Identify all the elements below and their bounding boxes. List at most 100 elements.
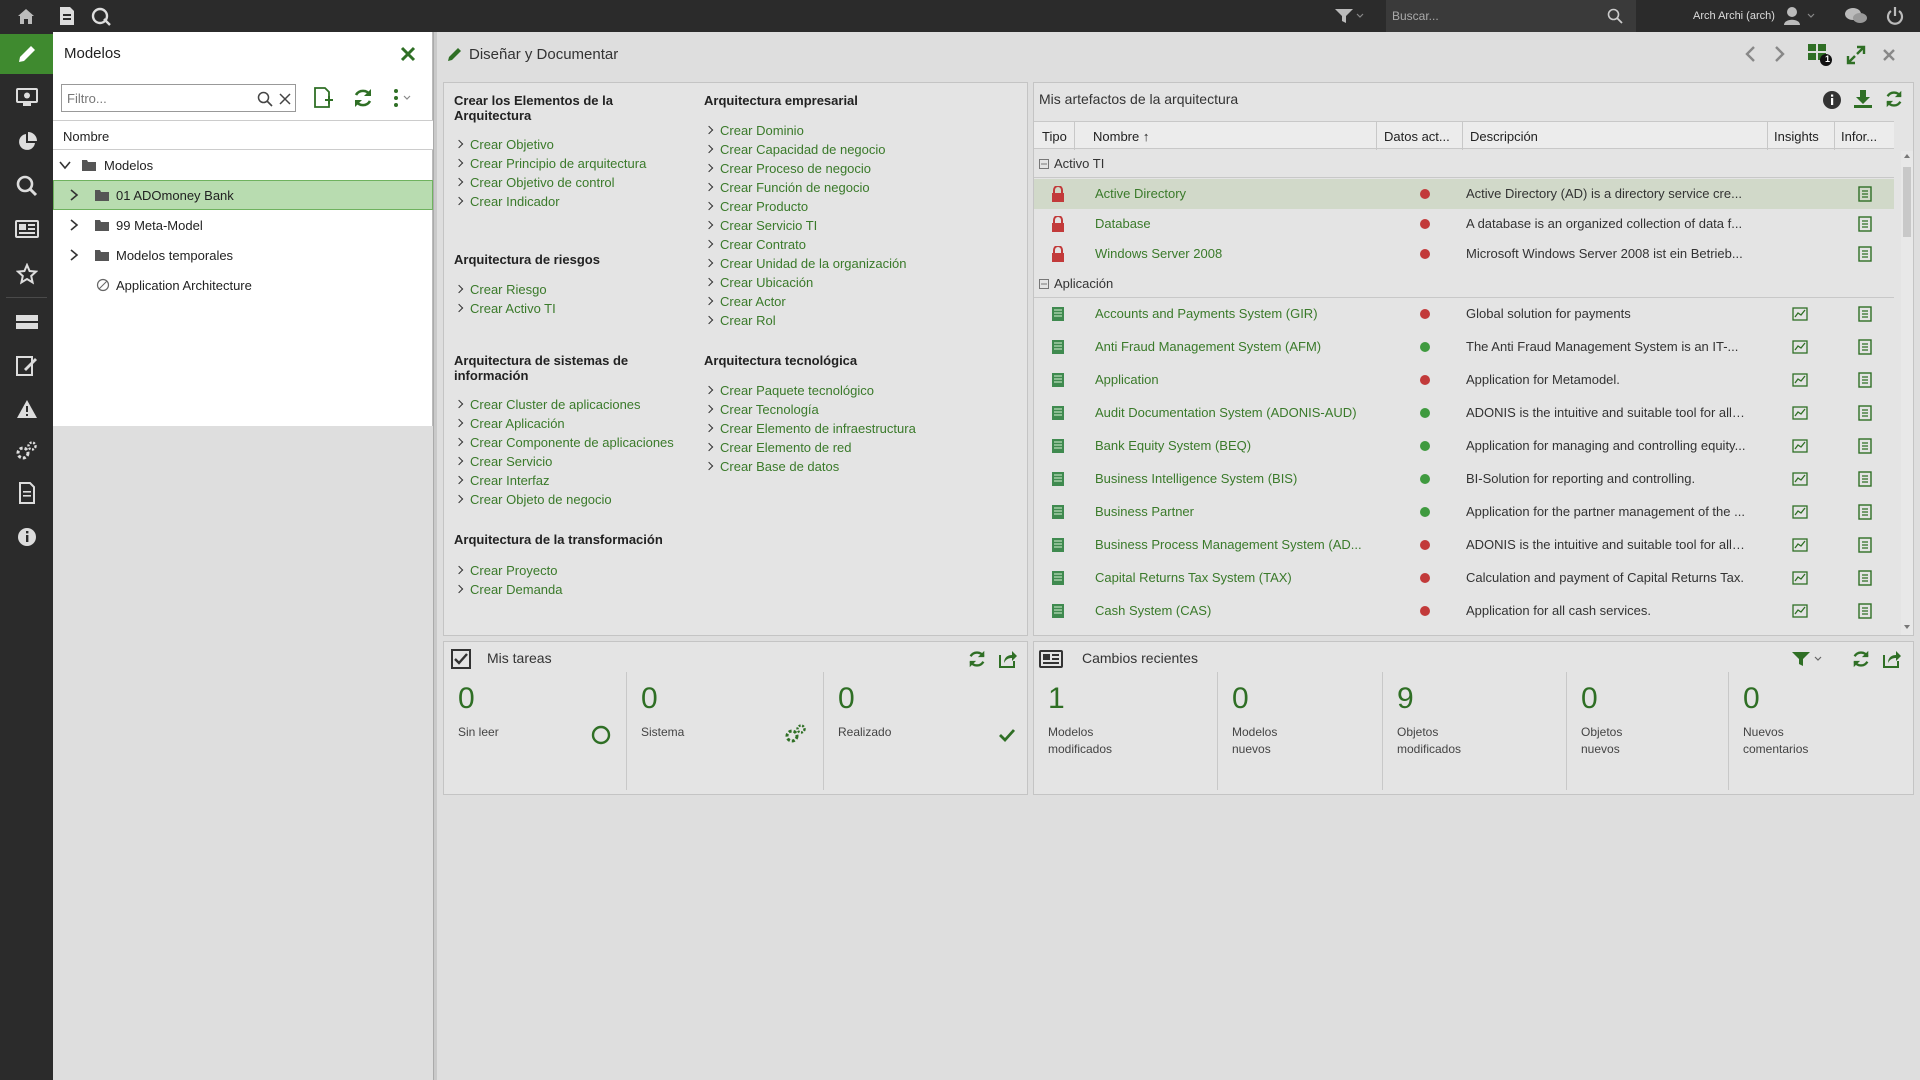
table-row[interactable]: Business Process Management System (AD..… [1034,530,1894,560]
column-info[interactable]: Infor... [1841,129,1877,144]
chat-icon[interactable] [1843,4,1869,28]
home-icon[interactable] [14,4,38,28]
filter-icon[interactable] [1789,649,1829,669]
chevron-right-icon[interactable] [66,217,82,233]
link-crear-interfaz[interactable]: Crear Interfaz [470,473,549,489]
row-name[interactable]: Anti Fraud Management System (AFM) [1095,339,1370,354]
sign-icon[interactable] [0,345,53,385]
table-row[interactable]: Business Partner Application for the part… [1034,497,1894,527]
table-row[interactable]: Active Directory Active Directory (AD) i… [1034,179,1894,209]
collapse-icon[interactable] [1038,158,1049,169]
gears-icon[interactable] [0,431,53,471]
user-name[interactable]: Arch Archi (arch) [1693,10,1775,22]
insights-icon[interactable] [1791,603,1809,619]
tree-column-header[interactable]: Nombre [53,120,433,150]
maximize-icon[interactable] [1845,44,1867,66]
link-crear-contrato[interactable]: Crear Contrato [720,237,806,253]
row-name[interactable]: Bank Equity System (BEQ) [1095,438,1370,453]
link-crear-riesgo[interactable]: Crear Riesgo [470,282,547,298]
tree-item-meta-model[interactable]: 99 Meta-Model [53,210,433,240]
link-crear-ubicacion[interactable]: Crear Ubicación [720,275,813,291]
link-crear-capacidad[interactable]: Crear Capacidad de negocio [720,142,886,158]
insights-icon[interactable] [1791,537,1809,553]
table-row[interactable]: Database A database is an organized coll… [1034,209,1894,239]
task-tile-unread[interactable]: 0 Sin leer [444,672,627,790]
row-name[interactable]: Cash System (CAS) [1095,603,1370,618]
dashboard-icon[interactable]: 1 [1807,43,1833,67]
row-name[interactable]: Accounts and Payments System (GIR) [1095,306,1370,321]
insights-icon[interactable] [1791,339,1809,355]
chevron-right-icon[interactable] [66,187,82,203]
link-crear-componente[interactable]: Crear Componente de aplicaciones [470,435,674,451]
change-tile-objects-new[interactable]: 0 Objetos nuevos [1567,672,1729,790]
info-sheet-icon[interactable] [1857,537,1873,553]
column-datos[interactable]: Datos act... [1384,129,1450,144]
search-icon[interactable] [1606,7,1624,25]
share-icon[interactable] [1881,648,1903,670]
clear-icon[interactable] [276,90,294,108]
link-crear-principio[interactable]: Crear Principio de arquitectura [470,156,646,172]
share-icon[interactable] [997,648,1019,670]
link-crear-indicador[interactable]: Crear Indicador [470,194,560,210]
search-input[interactable] [1392,5,1602,27]
link-crear-cluster[interactable]: Crear Cluster de aplicaciones [470,397,641,413]
link-crear-aplicacion[interactable]: Crear Aplicación [470,416,565,432]
row-name[interactable]: Business Intelligence System (BIS) [1095,471,1370,486]
insights-icon[interactable] [1791,504,1809,520]
info-sheet-icon[interactable] [1857,306,1873,322]
tree-item-application-architecture[interactable]: Application Architecture [53,270,433,300]
star-icon[interactable] [0,254,53,294]
forward-icon[interactable] [1770,44,1790,64]
table-row[interactable]: Application Application for Metamodel. [1034,365,1894,395]
change-tile-models-new[interactable]: 0 Modelos nuevos [1218,672,1383,790]
task-tile-system[interactable]: 0 Sistema [627,672,824,790]
link-crear-paquete[interactable]: Crear Paquete tecnológico [720,383,874,399]
column-descripcion[interactable]: Descripción [1470,129,1538,144]
task-tile-done[interactable]: 0 Realizado [824,672,1028,790]
info-sheet-icon[interactable] [1857,339,1873,355]
row-name[interactable]: Capital Returns Tax System (TAX) [1095,570,1370,585]
row-name[interactable]: Audit Documentation System (ADONIS-AUD) [1095,405,1370,420]
info-icon[interactable] [1821,89,1843,111]
info-sheet-icon[interactable] [1857,216,1873,232]
link-crear-objetivo-control[interactable]: Crear Objetivo de control [470,175,615,191]
group-activo-ti[interactable]: Activo TI [1034,149,1894,178]
info-sheet-icon[interactable] [1857,438,1873,454]
insights-icon[interactable] [1791,306,1809,322]
table-row[interactable]: Bank Equity System (BEQ) Application for … [1034,431,1894,461]
filter-input[interactable] [67,89,247,107]
layers-icon[interactable] [0,302,53,342]
panel-resize-handle[interactable] [433,32,437,1080]
info-sheet-icon[interactable] [1857,246,1873,262]
link-crear-red[interactable]: Crear Elemento de red [720,440,852,456]
link-crear-proyecto[interactable]: Crear Proyecto [470,563,557,579]
scroll-thumb[interactable] [1903,167,1911,237]
warning-icon[interactable] [0,389,53,429]
tree-item-modelos-temporales[interactable]: Modelos temporales [53,240,433,270]
table-row[interactable]: Audit Documentation System (ADONIS-AUD) A… [1034,398,1894,428]
info-sheet-icon[interactable] [1857,186,1873,202]
row-name[interactable]: Database [1095,216,1370,231]
row-name[interactable]: Windows Server 2008 [1095,246,1370,261]
link-crear-producto[interactable]: Crear Producto [720,199,808,215]
search-icon[interactable] [0,166,53,206]
insights-icon[interactable] [1791,405,1809,421]
add-model-icon[interactable] [311,86,335,110]
refresh-icon[interactable] [351,86,375,110]
link-crear-objetivo[interactable]: Crear Objetivo [470,137,554,153]
link-crear-base-datos[interactable]: Crear Base de datos [720,459,839,475]
new-document-icon[interactable] [55,4,79,28]
row-name[interactable]: Active Directory [1095,186,1370,201]
link-crear-unidad[interactable]: Crear Unidad de la organización [720,256,906,272]
filter-icon[interactable] [1332,4,1366,28]
info-sheet-icon[interactable] [1857,570,1873,586]
scrollbar[interactable] [1901,151,1913,635]
group-aplicacion[interactable]: Aplicación [1034,269,1894,298]
link-crear-proceso[interactable]: Crear Proceso de negocio [720,161,871,177]
power-icon[interactable] [1883,4,1907,28]
more-menu-icon[interactable] [387,86,415,110]
link-crear-funcion[interactable]: Crear Función de negocio [720,180,870,196]
pie-chart-icon[interactable] [0,122,53,162]
refresh-icon[interactable] [966,648,988,670]
link-crear-activo-ti[interactable]: Crear Activo TI [470,301,556,317]
